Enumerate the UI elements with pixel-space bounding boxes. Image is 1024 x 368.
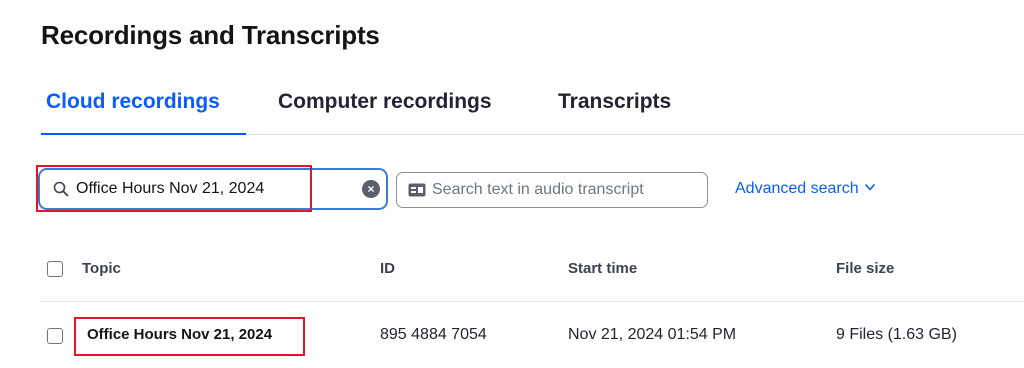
- search-icon: [53, 181, 69, 197]
- page-title: Recordings and Transcripts: [41, 20, 380, 50]
- chevron-down-icon: [864, 184, 875, 191]
- recording-topic-link[interactable]: Office Hours Nov 21, 2024: [87, 326, 272, 343]
- row-checkbox[interactable]: [47, 328, 63, 344]
- column-header-id: ID: [380, 260, 395, 277]
- transcript-search-input[interactable]: [432, 179, 697, 201]
- advanced-search-label: Advanced search: [735, 180, 859, 197]
- transcript-icon: [408, 183, 426, 197]
- recording-id: 895 4884 7054: [380, 326, 487, 343]
- select-all-checkbox[interactable]: [47, 261, 63, 277]
- tab-cloud-recordings[interactable]: Cloud recordings: [46, 90, 220, 114]
- advanced-search-button[interactable]: Advanced search: [735, 180, 875, 198]
- recording-tabs: Cloud recordings Computer recordings Tra…: [41, 86, 1024, 136]
- transcript-search-box: [396, 172, 708, 208]
- column-header-topic[interactable]: Topic: [82, 260, 121, 277]
- recording-search-input[interactable]: [76, 177, 356, 201]
- column-header-start-time[interactable]: Start time: [568, 260, 637, 277]
- tab-transcripts[interactable]: Transcripts: [558, 90, 671, 114]
- active-tab-indicator: [41, 133, 246, 135]
- column-header-file-size: File size: [836, 260, 895, 277]
- recording-search-box: ×: [38, 168, 388, 210]
- recording-start-time: Nov 21, 2024 01:54 PM: [568, 326, 737, 343]
- clear-icon[interactable]: ×: [362, 180, 380, 198]
- table-divider: [40, 301, 1024, 302]
- tab-computer-recordings[interactable]: Computer recordings: [278, 90, 492, 114]
- recording-file-size[interactable]: 9 Files (1.63 GB): [836, 326, 957, 344]
